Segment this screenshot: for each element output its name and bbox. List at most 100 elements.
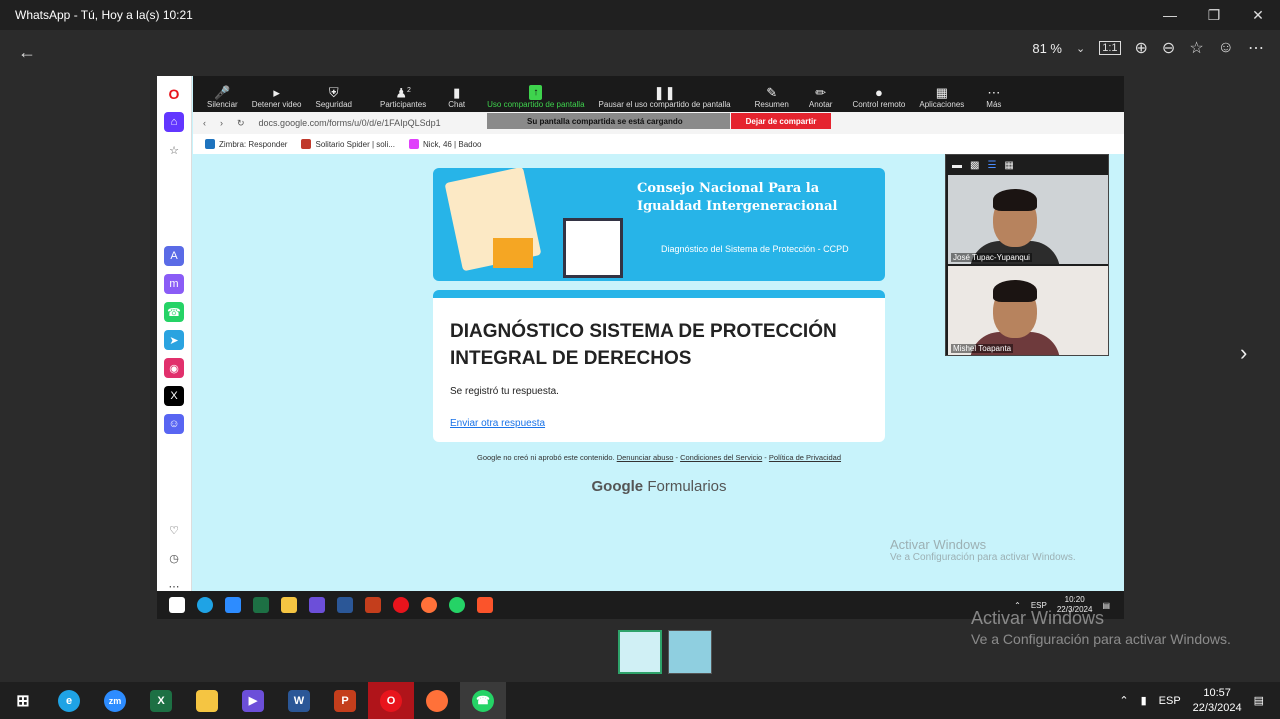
x-icon[interactable]: X bbox=[164, 386, 184, 406]
summary-button[interactable]: ✎ Resumen bbox=[755, 85, 789, 109]
thumbnail-2[interactable] bbox=[668, 630, 712, 674]
speaker-view-icon[interactable]: ▩ bbox=[970, 160, 979, 171]
taskbar-firefox[interactable] bbox=[414, 682, 460, 719]
actual-size-icon[interactable]: 1:1 bbox=[1099, 41, 1121, 55]
file-explorer-icon[interactable] bbox=[281, 597, 297, 613]
stop-share-button[interactable]: Dejar de compartir bbox=[731, 113, 831, 129]
word-icon[interactable] bbox=[337, 597, 353, 613]
telegram-icon[interactable]: ➤ bbox=[164, 330, 184, 350]
minimize-video-icon[interactable]: ▬ bbox=[952, 160, 962, 171]
history-icon[interactable]: ◷ bbox=[164, 548, 184, 568]
bookmark-solitario[interactable]: Solitario Spider | soli... bbox=[301, 139, 395, 149]
messenger-icon[interactable]: m bbox=[164, 274, 184, 294]
opera-icon[interactable] bbox=[393, 597, 409, 613]
taskbar-word[interactable]: W bbox=[276, 682, 322, 719]
gallery-view-icon[interactable]: ▦ bbox=[1004, 160, 1013, 171]
microphone-icon: 🎤 bbox=[214, 85, 231, 100]
discord-icon[interactable]: ☺ bbox=[164, 414, 184, 434]
brave-icon[interactable] bbox=[477, 597, 493, 613]
window-title: WhatsApp - Tú, Hoy a la(s) 10:21 bbox=[15, 8, 193, 22]
submit-another-link[interactable]: Enviar otra respuesta bbox=[450, 418, 545, 429]
share-screen-icon: ↑ bbox=[529, 85, 543, 100]
report-abuse-link[interactable]: Denunciar abuso bbox=[617, 453, 674, 462]
participants-button[interactable]: ♟2 Participantes bbox=[380, 83, 426, 109]
participant-hair bbox=[993, 280, 1037, 302]
restore-icon[interactable]: ❐ bbox=[1192, 0, 1236, 30]
system-clock[interactable]: 10:57 22/3/2024 bbox=[1193, 686, 1242, 716]
back-icon[interactable]: ‹ bbox=[203, 118, 206, 128]
pause-share-button[interactable]: ❚❚ Pausar el uso compartido de pantalla bbox=[599, 85, 731, 109]
taskbar-file-explorer[interactable] bbox=[184, 682, 230, 719]
back-arrow-icon[interactable]: ← bbox=[18, 42, 36, 63]
zoom-level[interactable]: 81 % bbox=[1032, 41, 1062, 56]
heart-icon[interactable]: ♡ bbox=[164, 520, 184, 540]
edge-icon[interactable] bbox=[197, 597, 213, 613]
star-icon[interactable]: ☆ bbox=[164, 140, 184, 160]
chat-button[interactable]: ▮ Chat bbox=[448, 85, 465, 109]
notification-icon[interactable]: ▤ bbox=[1254, 694, 1264, 707]
banner-tablet-illustration bbox=[563, 218, 623, 278]
thumbnail-1[interactable] bbox=[618, 630, 662, 674]
powerpoint-icon[interactable] bbox=[365, 597, 381, 613]
badoo-icon bbox=[408, 139, 419, 149]
chevron-right-icon[interactable]: › bbox=[1240, 340, 1247, 366]
bookmark-zimbra[interactable]: Zimbra: Responder bbox=[205, 139, 287, 149]
mute-button[interactable]: 🎤 Silenciar bbox=[207, 85, 238, 109]
remote-control-button[interactable]: ● Control remoto bbox=[852, 85, 905, 109]
taskbar-clipchamp[interactable]: ▶ bbox=[230, 682, 276, 719]
minimize-icon[interactable]: — bbox=[1148, 0, 1192, 30]
camera-icon: ▸ bbox=[273, 85, 280, 100]
url-text[interactable]: docs.google.com/forms/u/0/d/e/1FAIpQLSdp… bbox=[259, 118, 441, 128]
bookmark-badoo[interactable]: Nick, 46 | Badoo bbox=[408, 139, 482, 149]
aria-icon[interactable]: A bbox=[164, 246, 184, 266]
more-icon[interactable]: ⋯ bbox=[1248, 38, 1264, 58]
forward-icon[interactable]: › bbox=[220, 118, 223, 128]
share-screen-button[interactable]: ↑ Uso compartido de pantalla bbox=[487, 85, 585, 109]
pencil-icon: ✏ bbox=[815, 85, 827, 100]
windows-taskbar: ⊞ e zm X ▶ W P O ☎ ⌃ ▮ ESP 10:57 22/3/20… bbox=[0, 682, 1280, 719]
reload-icon[interactable]: ↻ bbox=[237, 118, 245, 129]
opera-logo-icon[interactable]: O bbox=[164, 84, 184, 104]
home-icon[interactable]: ⌂ bbox=[164, 112, 184, 132]
whatsapp-icon[interactable] bbox=[449, 597, 465, 613]
taskbar-excel[interactable]: X bbox=[138, 682, 184, 719]
taskbar-whatsapp[interactable]: ☎ bbox=[460, 682, 506, 719]
excel-icon[interactable] bbox=[253, 597, 269, 613]
annotate-button[interactable]: ✏ Anotar bbox=[809, 85, 833, 109]
word-icon: W bbox=[288, 689, 310, 712]
zoom-in-icon[interactable]: ⊕ bbox=[1135, 38, 1148, 58]
clipchamp-icon[interactable] bbox=[309, 597, 325, 613]
privacy-link[interactable]: Política de Privacidad bbox=[769, 453, 841, 462]
instagram-icon[interactable]: ◉ bbox=[164, 358, 184, 378]
excel-icon: X bbox=[150, 689, 172, 712]
zoom-out-icon[interactable]: ⊖ bbox=[1162, 38, 1175, 58]
strip-view-icon[interactable]: ☰ bbox=[987, 160, 996, 171]
zoom-icon[interactable] bbox=[225, 597, 241, 613]
apps-button[interactable]: ▦ Aplicaciones bbox=[919, 85, 964, 109]
chevron-down-icon[interactable]: ⌄ bbox=[1076, 42, 1085, 55]
more-icon: ⋯ bbox=[987, 85, 1001, 100]
opera-icon: O bbox=[380, 689, 402, 712]
video-tile-2[interactable]: Mishel Toapanta bbox=[948, 266, 1108, 355]
start-button[interactable]: ⊞ bbox=[0, 682, 46, 719]
windows-start-icon[interactable] bbox=[169, 597, 185, 613]
zoom-toolbar: 🎤 Silenciar ▸ Detener video ⛨ Seguridad ♟2 P… bbox=[193, 76, 1124, 112]
taskbar-zoom[interactable]: zm bbox=[92, 682, 138, 719]
taskbar-powerpoint[interactable]: P bbox=[322, 682, 368, 719]
language-indicator[interactable]: ESP bbox=[1159, 695, 1181, 707]
stop-video-button[interactable]: ▸ Detener video bbox=[252, 85, 302, 109]
close-icon[interactable]: ✕ bbox=[1236, 0, 1280, 30]
taskbar-opera[interactable]: O bbox=[368, 682, 414, 719]
whatsapp-icon[interactable]: ☎ bbox=[164, 302, 184, 322]
battery-icon[interactable]: ▮ bbox=[1141, 694, 1147, 707]
more-button[interactable]: ⋯ Más bbox=[986, 85, 1001, 109]
terms-link[interactable]: Condiciones del Servicio bbox=[680, 453, 762, 462]
emoji-icon[interactable]: ☺ bbox=[1218, 39, 1234, 57]
security-button[interactable]: ⛨ Seguridad bbox=[316, 85, 352, 109]
taskbar-edge[interactable]: e bbox=[46, 682, 92, 719]
firefox-icon[interactable] bbox=[421, 597, 437, 613]
video-tile-1[interactable]: José Tupac-Yupanqui bbox=[948, 175, 1108, 264]
spider-icon bbox=[301, 139, 312, 149]
favorite-icon[interactable]: ☆ bbox=[1189, 38, 1203, 58]
tray-chevron-icon[interactable]: ⌃ bbox=[1119, 694, 1128, 707]
